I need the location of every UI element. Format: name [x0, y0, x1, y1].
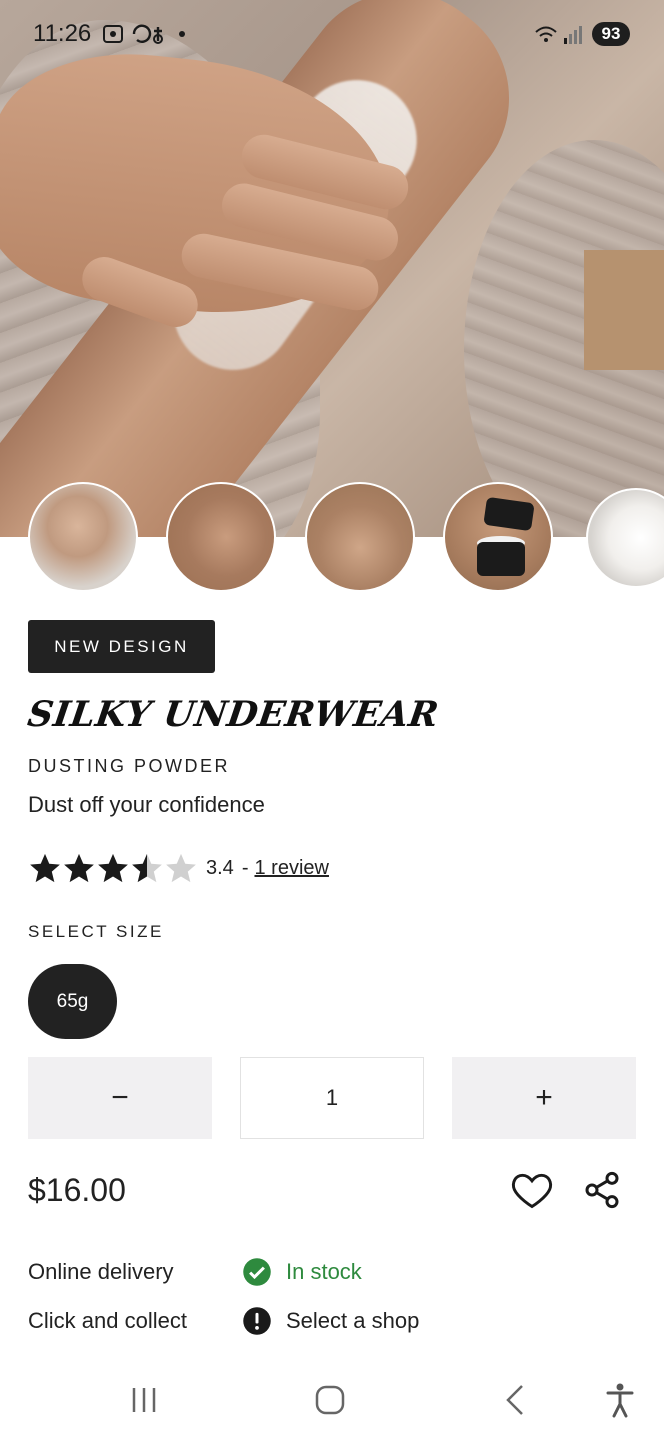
product-jar-lid [483, 496, 535, 532]
product-price: $16.00 [28, 1172, 126, 1208]
home-icon[interactable] [308, 1380, 352, 1420]
quantity-input[interactable] [240, 1057, 424, 1139]
star-half-icon [132, 853, 162, 883]
new-design-badge: NEW DESIGN [28, 620, 215, 673]
status-notification-icons [102, 22, 192, 52]
product-hero-image[interactable] [0, 0, 664, 537]
rating-separator: - [241, 856, 249, 879]
thumbnail-5[interactable] [586, 488, 664, 588]
system-navigation-bar [0, 1360, 664, 1440]
notification-icons [103, 24, 185, 44]
star-full-icon [98, 853, 128, 883]
availability-click-collect: Click and collect Select a shop [28, 1304, 419, 1338]
thumbnail-3[interactable] [305, 482, 415, 592]
signal-icon [535, 26, 582, 44]
product-rating: 3.4 - 1 review [28, 848, 329, 888]
status-time: 11:26 [33, 20, 92, 47]
quantity-increase-button[interactable]: + [452, 1057, 636, 1139]
product-category: DUSTING POWDER [28, 756, 231, 776]
signal-wifi-icons [534, 22, 584, 51]
rating-value: 3.4 [206, 856, 234, 879]
size-option-65g[interactable]: 65g [28, 964, 117, 1039]
star-full-icon [64, 853, 94, 883]
battery-indicator: 93 [592, 22, 630, 46]
availability-label: Click and collect [28, 1308, 187, 1333]
back-icon[interactable] [494, 1380, 538, 1420]
thumbnail-2[interactable] [166, 482, 276, 592]
recent-apps-icon[interactable] [122, 1380, 166, 1420]
accessibility-icon[interactable] [598, 1380, 642, 1420]
quantity-decrease-button[interactable]: − [28, 1057, 212, 1139]
product-title: SILKY UNDERWEAR [25, 694, 442, 735]
availability-online-delivery: Online delivery In stock [28, 1255, 362, 1289]
product-tagline: Dust off your confidence [28, 792, 265, 817]
select-shop-link[interactable]: Select a shop [286, 1308, 419, 1334]
reviews-link[interactable]: 1 review [254, 857, 328, 880]
thumbnail-1[interactable] [28, 482, 138, 592]
select-size-label: SELECT SIZE [28, 922, 164, 941]
hero-background [584, 250, 664, 370]
share-icon[interactable] [582, 1170, 622, 1210]
product-jar [477, 542, 525, 576]
availability-label: Online delivery [28, 1259, 174, 1284]
heart-icon[interactable] [510, 1168, 554, 1212]
thumbnail-4[interactable] [443, 482, 553, 592]
check-circle-icon [243, 1258, 271, 1286]
availability-status: In stock [286, 1259, 362, 1284]
status-bar: 11:26 93 [0, 0, 664, 70]
alert-circle-icon [243, 1307, 271, 1335]
star-full-icon [30, 853, 60, 883]
star-empty-icon [166, 853, 196, 883]
product-thumbnails [0, 482, 664, 594]
